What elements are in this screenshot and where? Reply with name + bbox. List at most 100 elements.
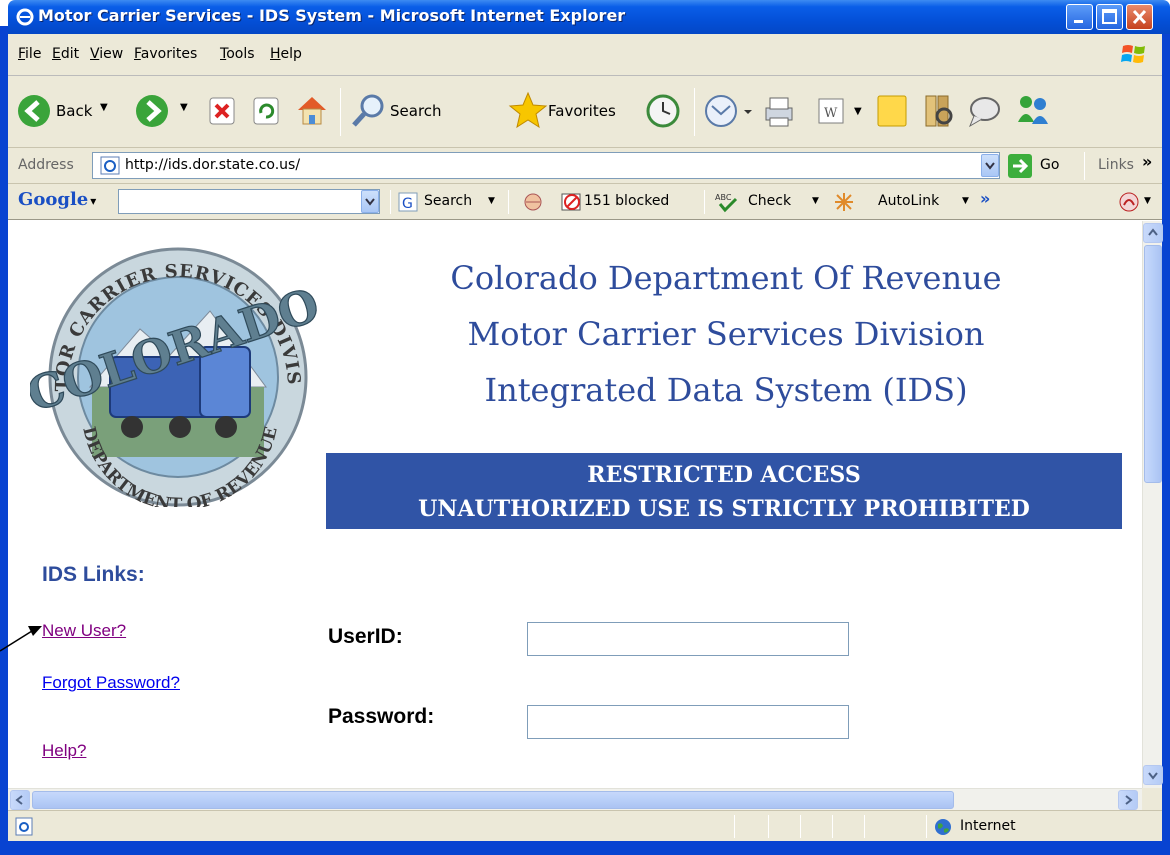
back-label: Back xyxy=(56,102,93,120)
horizontal-scroll-thumb[interactable] xyxy=(32,791,954,809)
menu-help[interactable]: Help xyxy=(270,46,302,62)
go-label[interactable]: Go xyxy=(1040,157,1059,173)
colorado-dor-seal: MOTOR CARRIER SERVICES DIVISION COLORADO… xyxy=(30,237,320,507)
back-dropdown-icon[interactable]: ▼ xyxy=(100,102,108,113)
new-user-link[interactable]: New User? xyxy=(42,621,126,641)
google-logo-text: Google xyxy=(18,189,89,210)
window-title: Motor Carrier Services - IDS System - Mi… xyxy=(38,6,626,25)
pdf-dropdown-icon[interactable]: ▼ xyxy=(1144,196,1151,206)
discuss-note-icon[interactable] xyxy=(874,92,910,130)
status-divider xyxy=(768,815,769,838)
windows-logo-icon xyxy=(1121,45,1145,63)
page-status-icon xyxy=(15,817,33,836)
msn-messenger-icon[interactable] xyxy=(1012,92,1052,130)
svg-text:W: W xyxy=(824,106,838,121)
scrollbar-corner xyxy=(1142,788,1162,810)
address-input[interactable]: http://ids.dor.state.co.us/ xyxy=(92,152,1000,179)
forgot-password-link[interactable]: Forgot Password? xyxy=(42,673,180,693)
spellcheck-icon[interactable]: ABC xyxy=(714,191,740,213)
go-button[interactable] xyxy=(1008,154,1032,178)
status-divider xyxy=(800,815,801,838)
menu-tools[interactable]: Tools xyxy=(220,46,255,62)
edit-word-icon[interactable]: W xyxy=(816,96,846,126)
menu-edit[interactable]: Edit xyxy=(52,46,79,62)
google-logo[interactable]: Google ▾ xyxy=(18,189,96,210)
links-label[interactable]: Links xyxy=(1098,157,1134,173)
google-search-dropdown-button[interactable] xyxy=(361,190,379,213)
menu-file[interactable]: File xyxy=(18,46,41,62)
scroll-right-button[interactable] xyxy=(1118,790,1138,810)
toolbar-separator xyxy=(390,190,391,214)
more-chevron-icon[interactable]: » xyxy=(980,189,990,208)
forward-button[interactable]: ▼ xyxy=(134,90,194,132)
favorites-button[interactable]: Favorites xyxy=(508,90,632,132)
password-input[interactable] xyxy=(527,705,849,739)
favorites-star-icon xyxy=(508,91,548,129)
home-icon[interactable] xyxy=(294,92,330,128)
status-divider xyxy=(832,815,833,838)
status-bar: Internet xyxy=(8,810,1162,841)
print-icon[interactable] xyxy=(760,92,798,130)
forward-dropdown-icon[interactable]: ▼ xyxy=(180,102,188,113)
userid-label: UserID: xyxy=(328,625,403,648)
close-button[interactable] xyxy=(1126,4,1153,30)
check-label[interactable]: Check xyxy=(748,193,791,209)
scroll-left-button[interactable] xyxy=(10,790,30,810)
window-frame-left xyxy=(0,26,8,855)
svg-text:ABC: ABC xyxy=(715,193,732,202)
messenger-bubble-icon[interactable] xyxy=(964,92,1002,130)
menu-view[interactable]: View xyxy=(90,46,123,62)
userid-input[interactable] xyxy=(527,622,849,656)
google-g-icon[interactable]: G xyxy=(398,192,418,212)
scroll-down-button[interactable] xyxy=(1143,765,1163,785)
vertical-scrollbar[interactable] xyxy=(1142,221,1163,788)
check-dropdown-icon[interactable]: ▼ xyxy=(812,196,819,206)
search-button[interactable]: Search xyxy=(350,90,490,132)
links-chevron-icon[interactable]: » xyxy=(1142,152,1152,171)
google-search-dropdown-icon[interactable]: ▼ xyxy=(488,196,495,206)
menu-bar: File Edit View Favorites Tools Help xyxy=(8,34,1162,76)
autolink-dropdown-icon[interactable]: ▼ xyxy=(962,196,969,206)
vertical-scroll-thumb[interactable] xyxy=(1144,245,1162,483)
status-divider xyxy=(864,815,865,838)
scroll-up-button[interactable] xyxy=(1143,223,1163,243)
window-frame-right xyxy=(1162,26,1170,855)
pdf-icon[interactable] xyxy=(1118,191,1142,213)
research-icon[interactable] xyxy=(920,92,956,130)
popup-blocker-icon[interactable] xyxy=(560,191,584,213)
refresh-icon[interactable] xyxy=(252,96,280,126)
history-icon[interactable] xyxy=(644,92,682,130)
back-button[interactable]: Back ▼ xyxy=(16,90,116,132)
address-dropdown-button[interactable] xyxy=(981,154,999,177)
toolbar-separator xyxy=(340,88,341,136)
maximize-button[interactable] xyxy=(1096,4,1123,30)
banner-line-restricted: RESTRICTED ACCESS xyxy=(587,462,861,488)
status-divider xyxy=(926,815,927,838)
title-bar[interactable]: Motor Carrier Services - IDS System - Mi… xyxy=(8,0,1170,34)
favorites-label: Favorites xyxy=(548,102,616,120)
menu-favorites[interactable]: Favorites xyxy=(134,46,197,62)
google-logo-dropdown-icon: ▾ xyxy=(90,194,97,208)
google-search-label[interactable]: Search xyxy=(424,193,472,209)
page-content: MOTOR CARRIER SERVICES DIVISION COLORADO… xyxy=(8,221,1142,788)
mail-icon[interactable] xyxy=(702,92,754,130)
news-icon[interactable] xyxy=(520,191,546,213)
search-label: Search xyxy=(390,102,442,120)
autolink-label[interactable]: AutoLink xyxy=(878,193,939,209)
security-zone-label: Internet xyxy=(960,818,1016,834)
address-url: http://ids.dor.state.co.us/ xyxy=(125,157,301,173)
help-link[interactable]: Help? xyxy=(42,741,86,761)
google-search-input[interactable] xyxy=(118,189,380,214)
header-line-department: Colorado Department Of Revenue xyxy=(450,259,1002,297)
horizontal-scrollbar[interactable] xyxy=(8,788,1142,810)
page-icon xyxy=(100,156,120,175)
toolbar-separator xyxy=(704,190,705,214)
autolink-icon[interactable] xyxy=(832,191,856,213)
minimize-button[interactable] xyxy=(1066,4,1093,30)
popup-blocked-count: 151 blocked xyxy=(584,193,670,209)
stop-icon[interactable] xyxy=(208,96,236,126)
password-label: Password: xyxy=(328,705,435,728)
svg-text:G: G xyxy=(402,196,413,212)
edit-dropdown-icon[interactable]: ▼ xyxy=(854,106,862,117)
toolbar-separator xyxy=(508,190,509,214)
